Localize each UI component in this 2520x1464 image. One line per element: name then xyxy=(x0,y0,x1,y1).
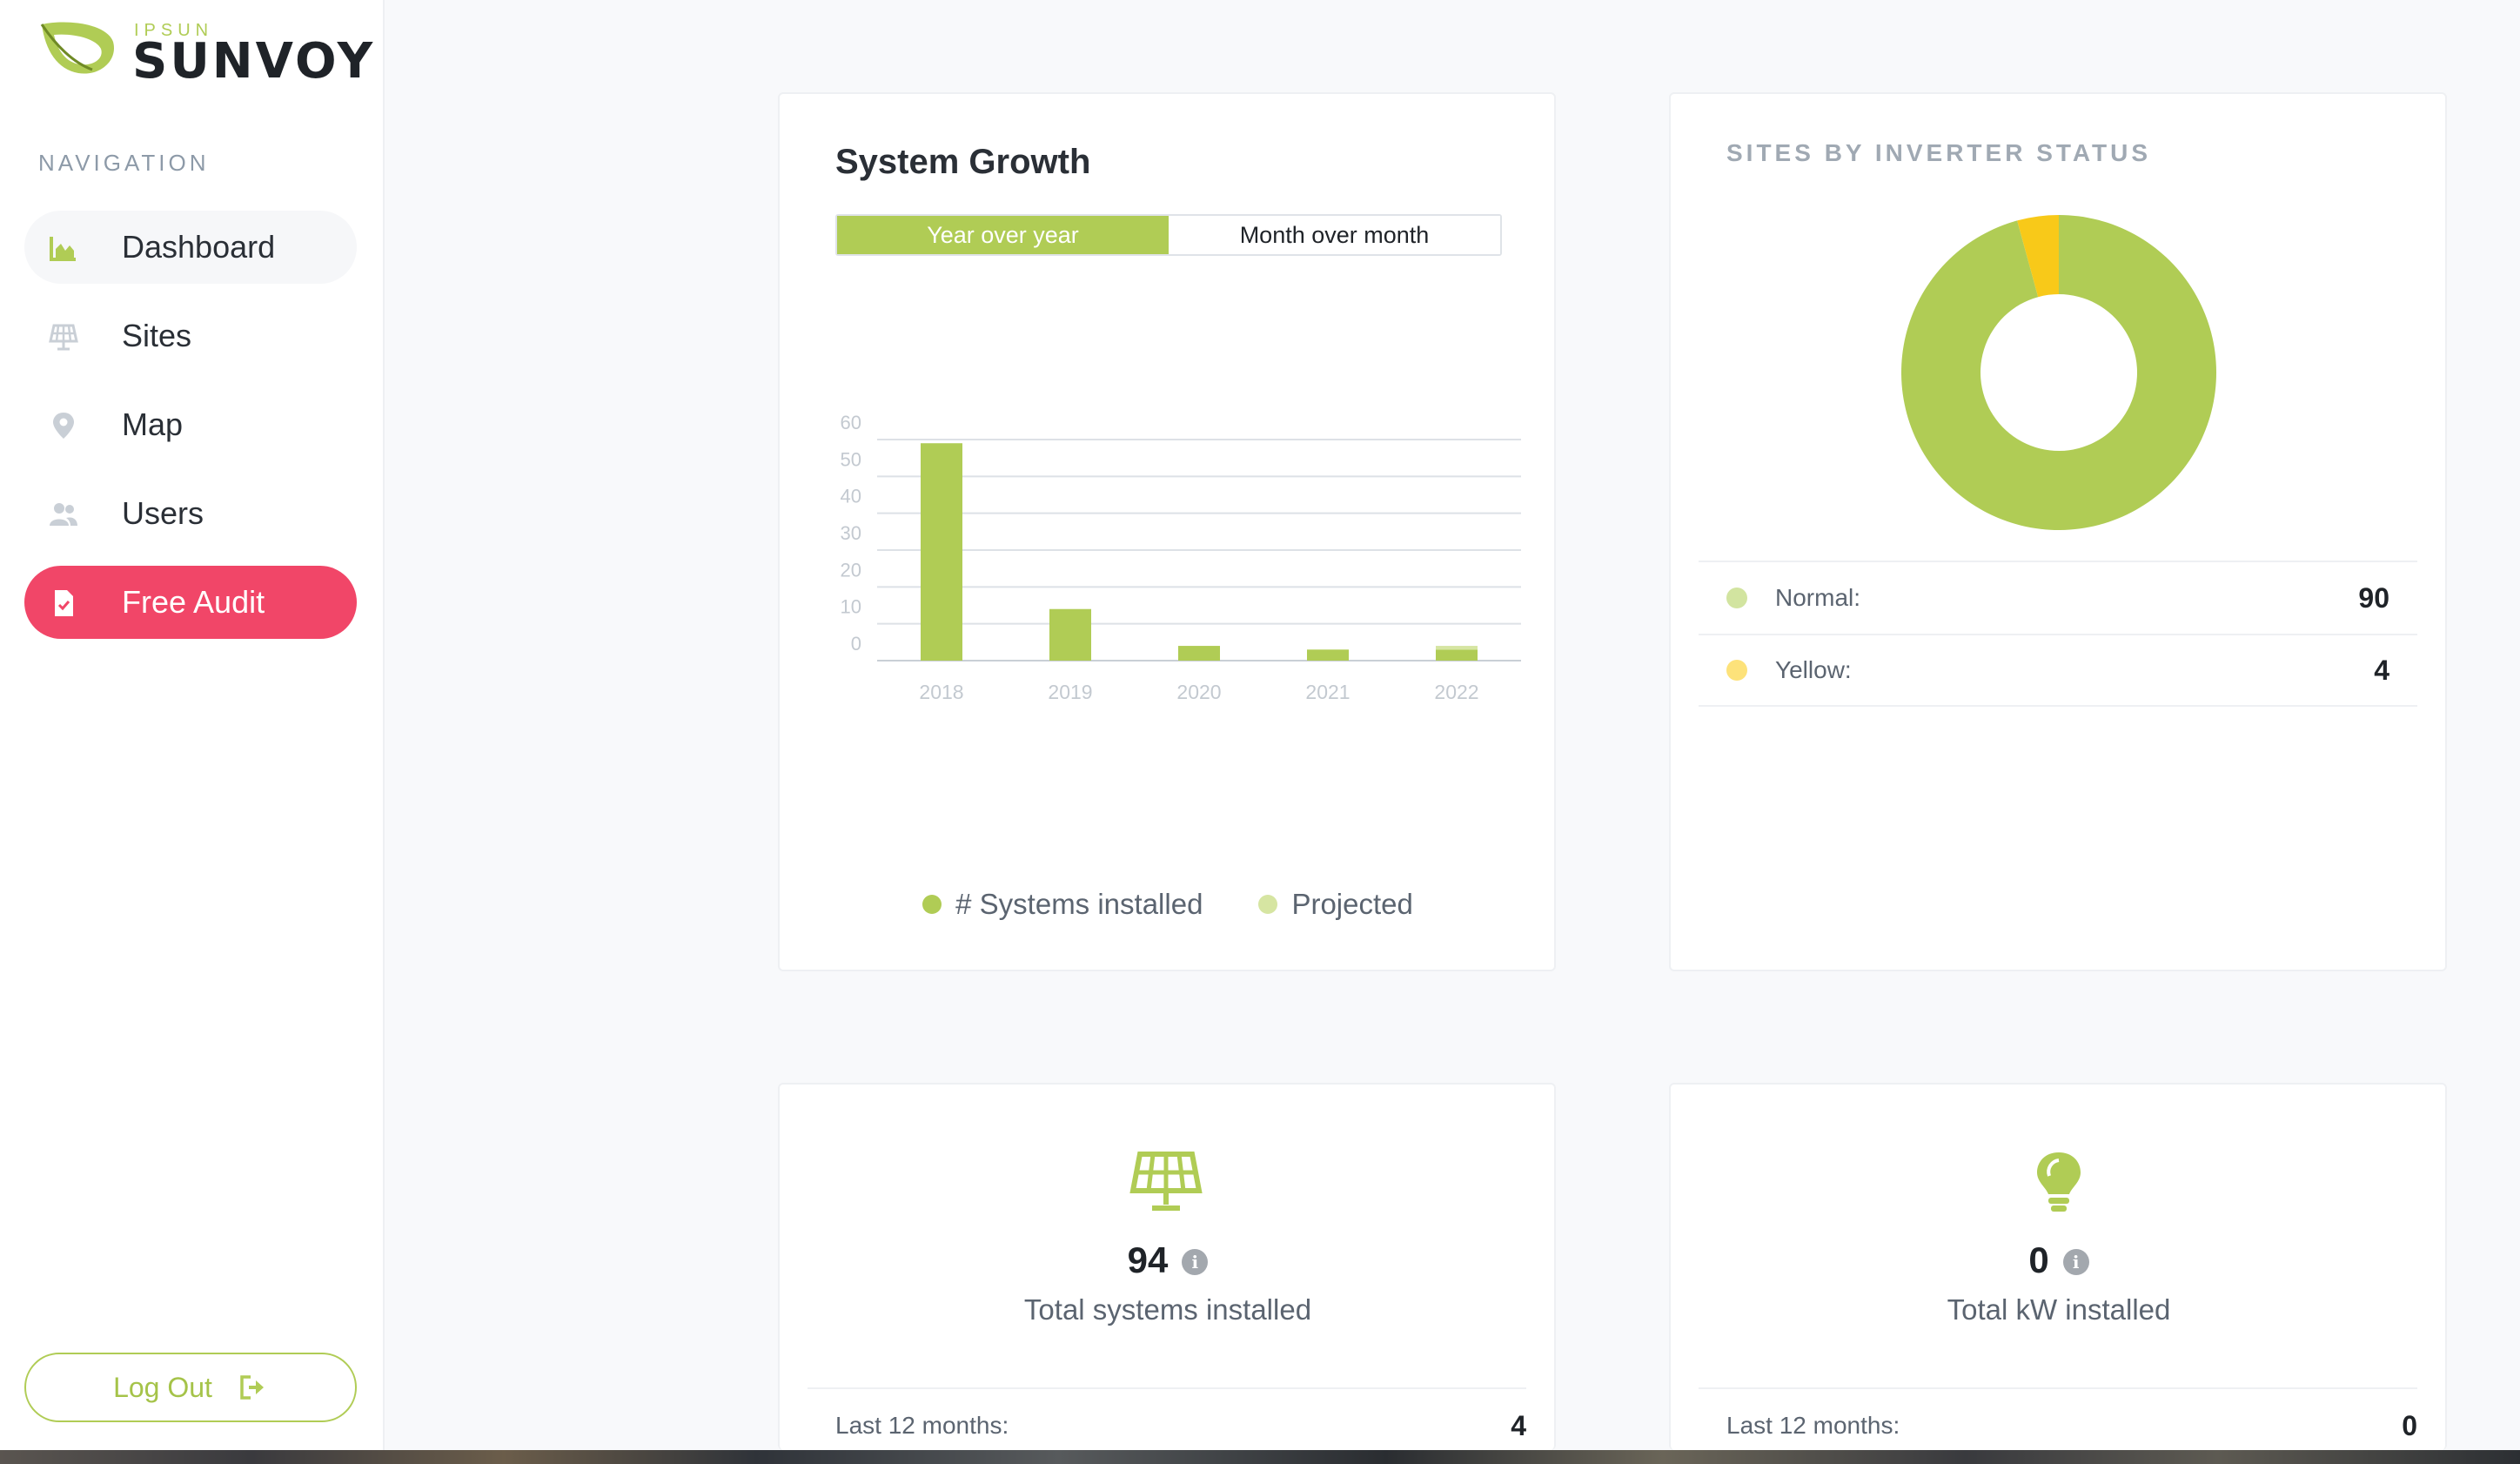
y-tick-label: 50 xyxy=(841,448,861,470)
background-photo-strip xyxy=(0,1450,2520,1464)
app-root: IPSUN SUNVOY NAVIGATION Dashboard Sites xyxy=(0,0,2520,1464)
leaf-logo-icon xyxy=(40,22,114,74)
sidebar-item-label: Free Audit xyxy=(122,584,265,620)
sidebar-item-label: Dashboard xyxy=(122,229,276,265)
kpi-footer-value: 4 xyxy=(1511,1410,1526,1441)
legend-item-installed[interactable]: # Systems installed xyxy=(922,888,1203,921)
sidebar-item-dashboard[interactable]: Dashboard xyxy=(24,211,357,284)
x-tick-label: 2022 xyxy=(1434,681,1478,703)
inverter-status-donut-chart xyxy=(1901,215,2216,530)
status-row-normal: Normal: 90 xyxy=(1699,561,2417,634)
info-icon[interactable]: i xyxy=(2062,1249,2089,1275)
chart-area-icon xyxy=(50,237,76,261)
kpi-footer-label: Last 12 months: xyxy=(1726,1412,1900,1439)
sidebar-item-label: Map xyxy=(122,406,184,442)
kpi-label: Total systems installed xyxy=(1023,1293,1312,1326)
legend-item-projected[interactable]: Projected xyxy=(1258,888,1413,921)
status-value: 90 xyxy=(2358,581,2389,614)
y-tick-label: 30 xyxy=(841,522,861,544)
sidebar: IPSUN SUNVOY NAVIGATION Dashboard Sites xyxy=(0,0,385,1450)
legend-label: Projected xyxy=(1291,888,1413,920)
legend-label: # Systems installed xyxy=(955,888,1203,920)
status-value: 4 xyxy=(2374,654,2389,686)
lightbulb-icon xyxy=(2037,1152,2081,1212)
x-tick-label: 2020 xyxy=(1176,681,1221,703)
system-growth-card: System Growth Year over year Month over … xyxy=(778,92,1556,971)
bar-projected-2022[interactable] xyxy=(1436,646,1478,650)
kpi-value: 0 xyxy=(2028,1239,2049,1280)
period-toggle: Year over year Month over month xyxy=(835,214,1502,256)
y-tick-label: 10 xyxy=(841,596,861,618)
inverter-status-card: SITES BY INVERTER STATUS Normal: 90 Yell… xyxy=(1669,92,2447,971)
kpi-footer-label: Last 12 months: xyxy=(835,1412,1009,1439)
file-check-icon xyxy=(55,590,73,616)
sidebar-item-map[interactable]: Map xyxy=(24,388,357,461)
x-tick-label: 2018 xyxy=(919,681,963,703)
bar-installed-2022[interactable] xyxy=(1436,649,1478,661)
kpi-value: 94 xyxy=(1127,1239,1169,1280)
kpi-footer-value: 0 xyxy=(2402,1410,2417,1441)
x-tick-label: 2019 xyxy=(1048,681,1092,703)
y-tick-label: 20 xyxy=(841,559,861,581)
users-icon xyxy=(50,503,77,526)
kpi-value-wrap: 94 i xyxy=(780,1239,1556,1281)
system-growth-bar-chart: 0 10 20 30 40 50 60 2018 2019 2020 2021 2022 xyxy=(841,412,1521,703)
status-dot xyxy=(1726,660,1747,681)
sidebar-item-label: Users xyxy=(122,495,204,531)
status-row-yellow: Yellow: 4 xyxy=(1699,634,2417,707)
bar-installed-2021[interactable] xyxy=(1307,649,1349,661)
toggle-year-over-year[interactable]: Year over year xyxy=(837,216,1169,254)
solar-panel-icon xyxy=(49,324,78,351)
x-tick-label: 2021 xyxy=(1305,681,1350,703)
kpi-label: Total kW installed xyxy=(1947,1293,2171,1326)
card-title: SITES BY INVERTER STATUS xyxy=(1726,139,2152,166)
sidebar-item-label: Sites xyxy=(122,318,192,353)
legend-dot xyxy=(922,895,942,914)
card-title: System Growth xyxy=(835,143,1091,181)
kpi-footer: Last 12 months: 0 xyxy=(1699,1387,2417,1441)
sidebar-item-sites[interactable]: Sites xyxy=(24,299,357,373)
y-tick-label: 40 xyxy=(841,486,861,507)
solar-panel-icon xyxy=(1129,1152,1203,1211)
sidebar-item-users[interactable]: Users xyxy=(24,477,357,550)
bar-installed-2019[interactable] xyxy=(1049,608,1091,661)
sign-out-icon xyxy=(240,1375,264,1400)
status-label: Normal: xyxy=(1775,584,1861,611)
bar-installed-2020[interactable] xyxy=(1178,646,1220,661)
status-dot xyxy=(1726,588,1747,608)
brand-name: SUNVOY xyxy=(132,33,376,90)
legend-dot xyxy=(1258,895,1278,914)
chart-legend: # Systems installed Projected xyxy=(780,888,1556,921)
kpi-footer: Last 12 months: 4 xyxy=(808,1387,1526,1441)
bar-installed-2018[interactable] xyxy=(921,443,962,661)
toggle-month-over-month[interactable]: Month over month xyxy=(1169,216,1500,254)
logout-button[interactable]: Log Out xyxy=(24,1353,357,1422)
logout-label: Log Out xyxy=(113,1371,212,1403)
y-tick-label: 60 xyxy=(841,412,861,433)
map-pin-icon xyxy=(53,413,74,439)
brand-logo[interactable]: IPSUN SUNVOY xyxy=(38,19,372,90)
nav-heading: NAVIGATION xyxy=(38,150,210,176)
sidebar-item-free-audit[interactable]: Free Audit xyxy=(24,566,357,639)
kpi-card-systems: 94 i Total systems installed Last 12 mon… xyxy=(778,1083,1556,1450)
kpi-card-kw: 0 i Total kW installed Last 12 months: 0 xyxy=(1669,1083,2447,1450)
info-icon[interactable]: i xyxy=(1182,1249,1209,1275)
y-tick-label: 0 xyxy=(851,633,861,655)
kpi-value-wrap: 0 i xyxy=(1671,1239,2447,1281)
status-label: Yellow: xyxy=(1775,656,1852,683)
